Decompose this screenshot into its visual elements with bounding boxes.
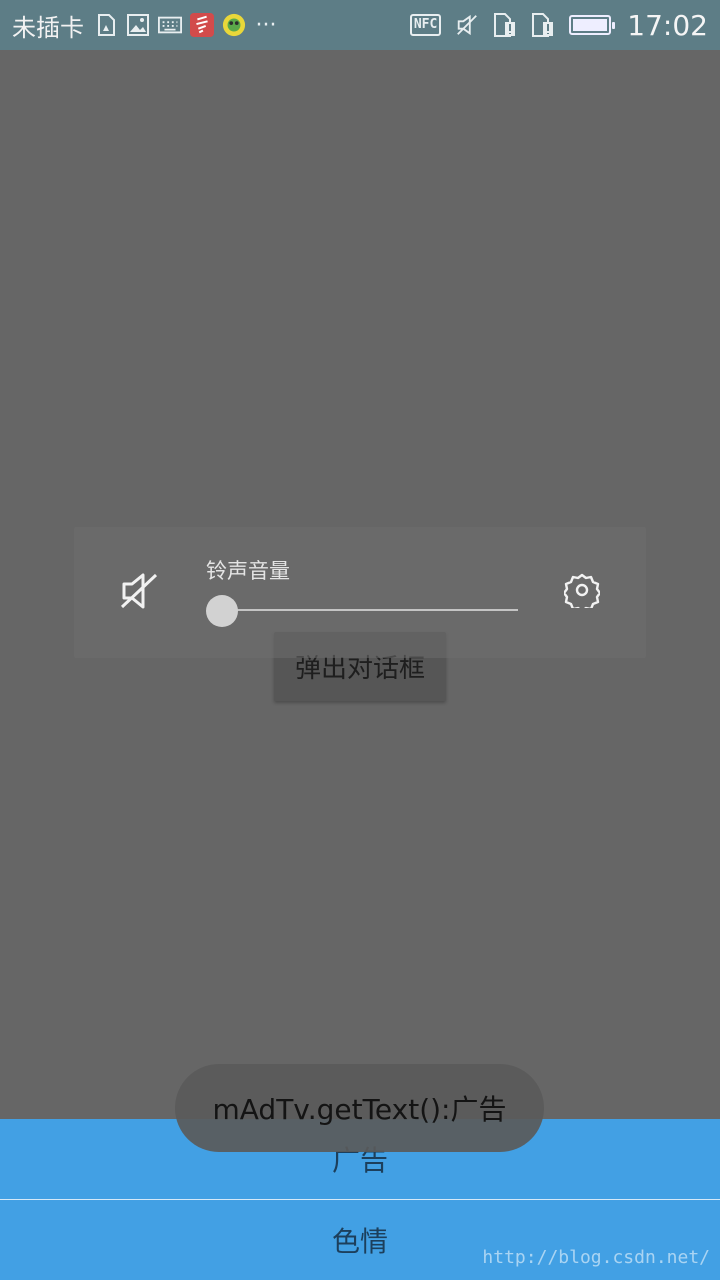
app-notification-icon xyxy=(190,13,214,37)
more-dots-icon: ··· xyxy=(255,12,277,38)
sim2-alert-icon xyxy=(531,13,555,37)
battery-level xyxy=(573,19,608,31)
sim1-alert-icon xyxy=(493,13,517,37)
game-app-icon xyxy=(222,13,246,37)
slider-track xyxy=(222,609,518,611)
status-left: 未插卡 ··· xyxy=(12,8,410,43)
gear-icon[interactable] xyxy=(562,572,602,613)
speaker-muted-icon[interactable] xyxy=(118,571,162,611)
status-bar: 未插卡 ··· NFC 17:02 xyxy=(0,0,720,50)
category-item-adult[interactable]: 色情 xyxy=(0,1200,720,1280)
volume-slider[interactable] xyxy=(206,595,518,627)
image-icon xyxy=(126,13,150,37)
battery-icon xyxy=(569,15,616,35)
clock: 17:02 xyxy=(627,8,708,42)
volume-title: 铃声音量 xyxy=(206,559,290,583)
toast-message: mAdTv.getText():广告 xyxy=(175,1064,544,1152)
silent-icon xyxy=(455,13,479,37)
keyboard-icon xyxy=(158,13,182,37)
volume-panel: 铃声音量 xyxy=(74,527,646,658)
slider-thumb[interactable] xyxy=(206,595,238,627)
status-right: NFC 17:02 xyxy=(409,8,708,42)
nfc-icon: NFC xyxy=(409,14,442,36)
sim-missing-icon xyxy=(94,13,118,37)
watermark: http://blog.csdn.net/ xyxy=(482,1247,710,1268)
carrier-label: 未插卡 xyxy=(12,13,84,42)
